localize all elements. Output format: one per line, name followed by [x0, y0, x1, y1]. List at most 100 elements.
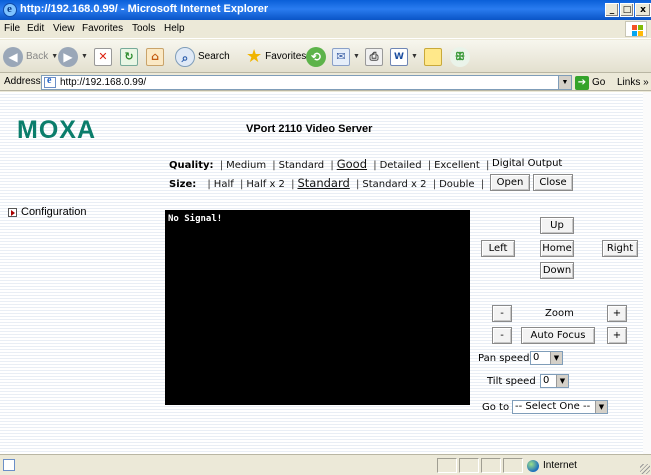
home-button[interactable]: ⌂	[146, 45, 164, 68]
print-icon: ⎙	[365, 47, 383, 66]
tilt-speed-label: Tilt speed	[487, 376, 536, 387]
zoom-in-button[interactable]: +	[607, 305, 627, 322]
digital-output-label: Digital Output	[492, 158, 563, 169]
search-label: Search	[198, 51, 230, 62]
menu-tools[interactable]: Tools	[132, 23, 155, 34]
menu-file[interactable]: File	[4, 23, 20, 34]
title-bar[interactable]: http://192.168.0.99/ - Microsoft Interne…	[0, 0, 651, 20]
menu-edit[interactable]: Edit	[27, 23, 44, 34]
word-icon: W	[390, 47, 408, 66]
ie-icon	[3, 3, 17, 17]
menu-help[interactable]: Help	[164, 23, 185, 34]
mail-icon: ✉	[332, 47, 350, 66]
menu-view[interactable]: View	[53, 23, 75, 34]
quality-option-standard[interactable]: Standard	[279, 160, 325, 171]
goto-select[interactable]: -- Select One -- ▼	[512, 400, 608, 414]
forward-dropdown-icon: ▼	[81, 53, 88, 60]
mail-dropdown-icon: ▼	[353, 53, 360, 60]
goto-label: Go to	[482, 402, 510, 413]
page-content: MOXA VPort 2110 Video Server Quality: | M…	[0, 92, 651, 454]
go-button[interactable]: ➔ Go	[575, 75, 605, 90]
address-dropdown-icon[interactable]: ▼	[558, 76, 571, 89]
messenger-icon: ꕥ	[450, 46, 470, 67]
size-option-double[interactable]: Double	[439, 179, 474, 190]
ptz-left-button[interactable]: Left	[481, 240, 515, 257]
tilt-speed-value: 0	[543, 375, 550, 386]
window-title: http://192.168.0.99/ - Microsoft Interne…	[20, 3, 269, 15]
minimize-button[interactable]: _	[605, 3, 619, 17]
size-row: Size: | Half | Half x 2 | Standard | Standar…	[169, 176, 485, 190]
back-arrow-icon: ◀	[3, 46, 23, 67]
resize-grip[interactable]	[640, 464, 650, 474]
ptz-home-button[interactable]: Home	[540, 240, 574, 257]
scrollbar-gutter	[643, 92, 651, 454]
size-option-half[interactable]: Half	[214, 179, 234, 190]
quality-option-excellent[interactable]: Excellent	[434, 160, 480, 171]
size-option-standard-x2[interactable]: Standard x 2	[362, 179, 426, 190]
globe-icon	[527, 459, 539, 472]
zone-label: Internet	[543, 460, 577, 471]
focus-plus-button[interactable]: +	[607, 327, 627, 344]
refresh-button[interactable]: ↻	[120, 45, 138, 68]
no-signal-text: No Signal!	[168, 214, 223, 224]
favorites-button[interactable]: ★ Favorites	[246, 45, 306, 68]
refresh-icon: ↻	[120, 47, 138, 66]
quality-row: Quality: | Medium | Standard | Good | Detail…	[169, 157, 490, 171]
mail-button[interactable]: ✉ ▼	[332, 45, 360, 68]
goto-value: -- Select One --	[515, 401, 591, 412]
zoom-out-button[interactable]: -	[492, 305, 512, 322]
page-status-icon	[3, 459, 15, 471]
pan-speed-select[interactable]: 0 ▼	[530, 351, 563, 365]
stop-icon: ✕	[94, 47, 112, 66]
moxa-logo: MOXA	[17, 116, 96, 144]
search-button[interactable]: ⌕ Search	[175, 45, 230, 68]
quality-label: Quality:	[169, 160, 214, 171]
address-input[interactable]: http://192.168.0.99/ ▼	[41, 75, 572, 90]
print-button[interactable]: ⎙	[365, 45, 383, 68]
history-icon: ⟲	[306, 46, 326, 67]
chevron-down-icon: ▼	[556, 375, 568, 387]
forward-arrow-icon: ▶	[58, 46, 78, 67]
size-option-standard[interactable]: Standard	[297, 176, 349, 190]
page-title: VPort 2110 Video Server	[246, 123, 373, 135]
chevron-down-icon: ▼	[550, 352, 562, 364]
stop-button[interactable]: ✕	[94, 45, 112, 68]
configuration-label: Configuration	[21, 206, 87, 218]
history-button[interactable]: ⟲	[306, 45, 326, 68]
search-icon: ⌕	[175, 46, 195, 67]
messenger-button[interactable]: ꕥ	[450, 45, 470, 68]
back-button[interactable]: ◀ Back ▼	[3, 45, 58, 68]
discuss-button[interactable]	[424, 45, 442, 68]
go-arrow-icon: ➔	[575, 75, 589, 90]
status-bar: Internet	[0, 454, 651, 475]
star-icon: ★	[246, 46, 263, 66]
tilt-speed-select[interactable]: 0 ▼	[540, 374, 569, 388]
go-label: Go	[592, 77, 606, 88]
expand-arrow-icon	[8, 207, 17, 217]
ptz-up-button[interactable]: Up	[540, 217, 574, 234]
auto-focus-button[interactable]: Auto Focus	[521, 327, 595, 344]
links-button[interactable]: Links »	[617, 77, 649, 88]
menu-favorites[interactable]: Favorites	[82, 23, 123, 34]
quality-option-detailed[interactable]: Detailed	[380, 160, 422, 171]
close-window-button[interactable]: x	[635, 3, 651, 17]
configuration-link[interactable]: Configuration	[8, 206, 86, 218]
quality-option-medium[interactable]: Medium	[226, 160, 266, 171]
home-icon: ⌂	[146, 47, 164, 66]
favorites-label: Favorites	[265, 51, 307, 62]
folder-icon	[424, 47, 442, 66]
size-option-half-x2[interactable]: Half x 2	[246, 179, 285, 190]
maximize-button[interactable]: □	[620, 3, 634, 17]
focus-minus-button[interactable]: -	[492, 327, 512, 344]
page-icon	[44, 75, 56, 88]
open-button[interactable]: Open	[490, 174, 530, 191]
pan-speed-label: Pan speed	[478, 353, 530, 364]
ptz-right-button[interactable]: Right	[602, 240, 638, 257]
browser-window: http://192.168.0.99/ - Microsoft Interne…	[0, 0, 651, 475]
close-button[interactable]: Close	[533, 174, 573, 191]
ptz-down-button[interactable]: Down	[540, 262, 574, 279]
edit-button[interactable]: W ▼	[390, 45, 418, 68]
forward-button[interactable]: ▶ ▼	[58, 45, 88, 68]
address-bar: Address http://192.168.0.99/ ▼ ➔ Go Link…	[0, 74, 651, 91]
quality-option-good[interactable]: Good	[337, 157, 367, 171]
